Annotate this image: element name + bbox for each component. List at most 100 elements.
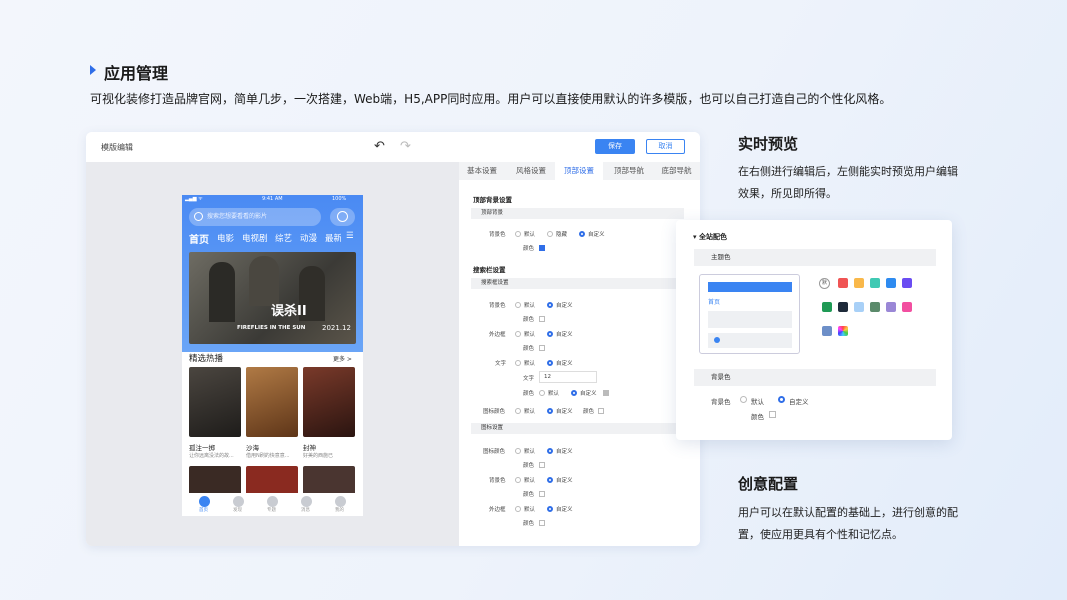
preview-heading: 实时预览 — [738, 135, 799, 153]
theme-bar[interactable]: 主题色 — [694, 249, 936, 266]
radio-custom[interactable] — [547, 506, 553, 512]
home-icon[interactable] — [199, 496, 210, 507]
radio-default[interactable] — [515, 506, 521, 512]
swatch-green[interactable] — [822, 302, 832, 312]
color-swatch-none[interactable] — [539, 345, 545, 351]
cat-tab-home[interactable]: 首页 — [189, 231, 209, 246]
radio-label: 自定义 — [556, 507, 573, 513]
swatch-lavender[interactable] — [886, 302, 896, 312]
swatch-red[interactable] — [838, 278, 848, 288]
preview-canvas: ▂▄▆ ᯤ 9:41 AM 100% 搜索您想要看看的影片 首页 电影 电视剧 … — [86, 162, 459, 546]
color-swatch[interactable] — [598, 408, 604, 414]
bg-bar[interactable]: 背景色 — [694, 369, 936, 386]
swatch-purple[interactable] — [902, 278, 912, 288]
swatch-pink[interactable] — [902, 302, 912, 312]
cat-tab-movie[interactable]: 电影 — [217, 232, 234, 244]
radio-label: 默认 — [524, 478, 536, 484]
swatch-blue[interactable] — [886, 278, 896, 288]
radio-default[interactable] — [740, 396, 747, 403]
discover-icon[interactable] — [233, 496, 244, 507]
phone-preview: ▂▄▆ ᯤ 9:41 AM 100% 搜索您想要看看的影片 首页 电影 电视剧 … — [182, 195, 363, 516]
poster-image[interactable] — [189, 367, 241, 437]
template-editor-window: 模版编辑 ↶ ↷ 保存 取消 ▂▄▆ ᯤ 9:41 AM 100% 搜索您想要看… — [86, 132, 700, 546]
radio-label: 自定义 — [556, 478, 573, 484]
swatch-dark[interactable] — [838, 302, 848, 312]
section-top-bg: 顶部背景设置 — [473, 196, 512, 204]
radio-custom[interactable] — [571, 390, 577, 396]
tab-style[interactable]: 风格设置 — [507, 162, 555, 180]
more-link[interactable]: 更多 > — [333, 354, 352, 363]
section-title: 精选热播 — [189, 354, 224, 364]
cat-tab-variety[interactable]: 综艺 — [275, 232, 292, 244]
radio-default[interactable] — [515, 360, 521, 366]
label-color: 颜色 — [523, 463, 535, 469]
subbar-top-bg[interactable]: 顶部背景 — [471, 208, 684, 219]
radio-default[interactable] — [539, 390, 545, 396]
color-swatch[interactable] — [603, 390, 609, 396]
profile-icon[interactable] — [335, 496, 346, 507]
default-swatch[interactable]: 默 — [819, 278, 830, 289]
history-button[interactable] — [330, 208, 355, 226]
phone-banner[interactable]: 误杀II FIREFLIES IN THE SUN 2021.12 — [189, 252, 356, 344]
poster-image[interactable] — [246, 367, 298, 437]
radio-custom[interactable] — [547, 477, 553, 483]
color-swatch[interactable] — [539, 245, 545, 251]
save-button[interactable]: 保存 — [595, 139, 635, 154]
subbar-search[interactable]: 搜索框设置 — [471, 278, 684, 289]
swatch-yellow[interactable] — [854, 278, 864, 288]
redo-icon[interactable]: ↷ — [400, 139, 411, 154]
cat-tab-anime[interactable]: 动漫 — [300, 232, 317, 244]
undo-icon[interactable]: ↶ — [374, 139, 385, 154]
radio-default[interactable] — [515, 231, 521, 237]
font-size-select[interactable]: 12 — [539, 371, 597, 383]
message-icon[interactable] — [301, 496, 312, 507]
poster-image[interactable] — [303, 367, 355, 437]
radio-custom[interactable] — [778, 396, 785, 403]
cat-tab-tv[interactable]: 电视剧 — [242, 232, 268, 244]
radio-default[interactable] — [515, 302, 521, 308]
radio-custom[interactable] — [547, 448, 553, 454]
color-swatch[interactable] — [539, 462, 545, 468]
radio-default[interactable] — [515, 448, 521, 454]
cat-tab-latest[interactable]: 最新 — [325, 232, 341, 244]
radio-label: 默认 — [524, 449, 536, 455]
color-swatch-none[interactable] — [539, 520, 545, 526]
color-popover: ▾ 全站配色 主题色 首页 默 背景色 背景色 默认 自定义 颜色 — [676, 220, 952, 440]
tab-top[interactable]: 顶部设置 — [555, 162, 603, 180]
tab-bottom-nav[interactable]: 底部导航 — [653, 162, 700, 180]
clock-icon — [337, 211, 348, 222]
radio-custom[interactable] — [547, 331, 553, 337]
swatch-teal[interactable] — [870, 278, 880, 288]
label-icon-color: 图标颜色 — [483, 409, 506, 415]
custom-color-icon[interactable] — [838, 326, 848, 336]
banner-figure — [249, 256, 279, 306]
phone-search-input[interactable]: 搜索您想要看看的影片 — [189, 208, 321, 226]
radio-default[interactable] — [515, 477, 521, 483]
radio-custom[interactable] — [547, 360, 553, 366]
subbar-icon[interactable]: 图标设置 — [471, 423, 684, 434]
poster-image[interactable] — [246, 466, 298, 496]
radio-label: 默认 — [751, 398, 764, 406]
swatch-slate[interactable] — [822, 326, 832, 336]
radio-default[interactable] — [515, 408, 521, 414]
menu-icon[interactable]: ☰ — [346, 231, 354, 241]
swatch-lightblue[interactable] — [854, 302, 864, 312]
item-title: 封神 — [303, 444, 316, 452]
radio-hidden[interactable] — [547, 231, 553, 237]
cancel-button[interactable]: 取消 — [646, 139, 685, 154]
color-swatch[interactable] — [539, 316, 545, 322]
color-swatch[interactable] — [769, 411, 776, 418]
tab-top-nav[interactable]: 顶部导航 — [605, 162, 653, 180]
radio-label: 默认 — [524, 303, 536, 309]
radio-custom[interactable] — [547, 302, 553, 308]
radio-custom[interactable] — [579, 231, 585, 237]
poster-image[interactable] — [303, 466, 355, 496]
radio-custom[interactable] — [547, 408, 553, 414]
radio-default[interactable] — [515, 331, 521, 337]
color-swatch[interactable] — [539, 491, 545, 497]
tab-basic[interactable]: 基本设置 — [459, 162, 505, 180]
swatch-olive[interactable] — [870, 302, 880, 312]
label-bg: 背景色 — [711, 398, 731, 406]
poster-image[interactable] — [189, 466, 241, 496]
topic-icon[interactable] — [267, 496, 278, 507]
